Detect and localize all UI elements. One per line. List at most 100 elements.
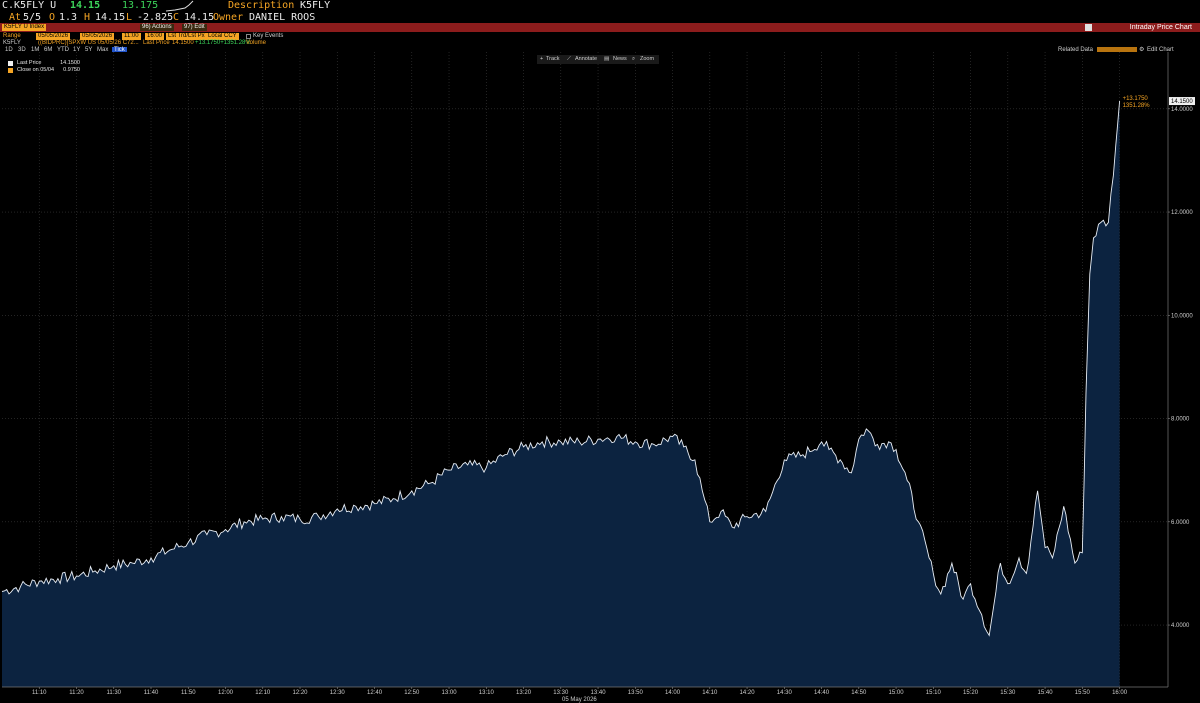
x-axis-label: 05 May 2026 bbox=[562, 697, 597, 703]
last-price: 14.15 bbox=[70, 0, 101, 11]
news-icon[interactable]: ▤ bbox=[604, 55, 609, 64]
low-value: -2.825 bbox=[137, 12, 174, 23]
y-tick-label: 6.0000 bbox=[1171, 520, 1190, 526]
key-events-label: Key Events bbox=[253, 33, 284, 39]
y-tick-label: 4.0000 bbox=[1171, 623, 1190, 629]
high-value: 14.15 bbox=[95, 12, 126, 23]
x-tick-label: 11:40 bbox=[144, 690, 159, 696]
series-ticker: K5FLY bbox=[3, 40, 21, 46]
sparkline-icon bbox=[165, 0, 194, 12]
start-date-field[interactable]: 05/05/2026 bbox=[36, 33, 71, 40]
at-value: 5/5 bbox=[23, 12, 42, 23]
x-tick-label: 13:40 bbox=[591, 690, 607, 696]
x-tick-label: 16:00 bbox=[1112, 690, 1128, 696]
zoom-icon[interactable]: ⌕ bbox=[632, 55, 635, 64]
end-date-field[interactable]: 05/05/2026 bbox=[80, 33, 115, 40]
key-events-checkbox[interactable] bbox=[246, 34, 251, 39]
x-tick-label: 13:30 bbox=[553, 690, 569, 696]
y-tick-label: 10.0000 bbox=[1171, 313, 1193, 319]
zoom-button[interactable]: Zoom bbox=[640, 55, 654, 64]
track-button[interactable]: Track bbox=[546, 55, 560, 64]
close-value: 14.15 bbox=[184, 12, 215, 23]
end-time-field[interactable]: 16:00 bbox=[145, 33, 165, 40]
net-change: 13.175 bbox=[122, 0, 159, 11]
x-tick-label: 15:30 bbox=[1000, 690, 1016, 696]
series-row: K5FLY ((BIDPRC)[SPXW US 05/05/26 C72... … bbox=[0, 40, 1200, 47]
ticker: C.K5FLY U bbox=[2, 0, 57, 11]
x-tick-label: 15:40 bbox=[1038, 690, 1054, 696]
x-tick-label: 14:10 bbox=[702, 690, 718, 696]
edit-button[interactable]: 97) Edit bbox=[182, 24, 207, 31]
legend-name: Last Price bbox=[17, 60, 42, 66]
x-tick-label: 15:50 bbox=[1075, 690, 1091, 696]
last-price-tag-label: 14.1500 bbox=[1171, 99, 1193, 105]
annotate-icon[interactable]: ⟋ bbox=[567, 55, 571, 64]
high-label: H bbox=[84, 12, 91, 23]
series-change: +13.1750+1351.28% bbox=[195, 40, 251, 46]
last-price-tag: 14.1500 bbox=[1169, 97, 1195, 106]
legend-swatch bbox=[8, 61, 13, 66]
x-tick-label: 13:50 bbox=[628, 690, 644, 696]
open-label: O bbox=[49, 12, 56, 23]
pct-annotation: 1351.28% bbox=[1123, 103, 1151, 109]
x-tick-label: 12:40 bbox=[367, 690, 383, 696]
legend-swatch bbox=[8, 68, 13, 73]
x-tick-label: 11:30 bbox=[106, 690, 121, 696]
x-tick-label: 11:10 bbox=[32, 690, 47, 696]
close-label: C bbox=[173, 12, 180, 23]
y-tick-label: 8.0000 bbox=[1171, 417, 1190, 423]
x-tick-label: 12:20 bbox=[293, 690, 309, 696]
actions-button[interactable]: 96) Actions bbox=[140, 24, 174, 31]
legend-value: 0.9750 bbox=[63, 67, 80, 73]
change-annotation: +13.1750 bbox=[1123, 96, 1149, 102]
price-chart[interactable]: 4.00006.00008.000010.000012.000014.0000 … bbox=[0, 52, 1200, 703]
x-tick-label: 14:30 bbox=[777, 690, 793, 696]
quote-header: C.K5FLY U 14.15 13.175 Description K5FLY bbox=[0, 0, 1200, 12]
start-time-field[interactable]: 11:00 bbox=[122, 33, 141, 40]
y-tick-label: 12.0000 bbox=[1171, 210, 1193, 216]
track-icon[interactable]: + bbox=[540, 55, 543, 64]
range-row: Range 05/05/2026 05/05/2026 11:00 16:00 … bbox=[0, 33, 1200, 40]
range-label: Range bbox=[3, 33, 21, 39]
x-tick-label: 11:50 bbox=[181, 690, 196, 696]
x-tick-label: 12:00 bbox=[218, 690, 234, 696]
volume-label: Volume bbox=[246, 40, 267, 46]
x-tick-label: 14:20 bbox=[740, 690, 756, 696]
legend-name: Close on 05/04 bbox=[17, 67, 54, 73]
x-tick-label: 11:20 bbox=[69, 690, 84, 696]
chart-toolbar: + Track ⟋ Annotate ▤ News ⌕ Zoom bbox=[537, 55, 659, 64]
price-type-select[interactable]: Lst Trd/Lst Px bbox=[166, 33, 207, 40]
x-tick-label: 14:50 bbox=[851, 690, 867, 696]
x-tick-label: 15:20 bbox=[963, 690, 979, 696]
y-tick-label: 14.0000 bbox=[1171, 107, 1193, 113]
series-formula: ((BIDPRC)[SPXW US 05/05/26 C72... bbox=[38, 40, 139, 46]
quote-stats: At 5/5 O 1.3 H 14.15 L -2.825 C 14.15 Ow… bbox=[0, 12, 1200, 23]
x-tick-label: 14:40 bbox=[814, 690, 830, 696]
description-value: K5FLY bbox=[300, 0, 331, 11]
owner-label: Owner bbox=[213, 12, 244, 23]
news-button[interactable]: News bbox=[613, 55, 627, 64]
x-tick-label: 13:10 bbox=[479, 690, 495, 696]
series-last-value: 14.1500 bbox=[172, 40, 194, 46]
x-tick-label: 12:30 bbox=[330, 690, 346, 696]
owner-value: DANIEL ROOS bbox=[249, 12, 316, 23]
open-value: 1.3 bbox=[59, 12, 78, 23]
command-row: K5FLY U Index 96) Actions 97) Edit bbox=[0, 23, 1200, 32]
x-tick-label: 15:00 bbox=[889, 690, 905, 696]
x-tick-label: 13:00 bbox=[442, 690, 458, 696]
currency-select[interactable]: Local CCY bbox=[206, 33, 239, 40]
series-last-label: Last Price bbox=[143, 40, 170, 46]
x-tick-label: 15:10 bbox=[926, 690, 942, 696]
legend-item: Close on 05/04 0.9750 bbox=[8, 67, 80, 74]
security-field[interactable]: K5FLY U Index bbox=[2, 24, 47, 31]
x-tick-label: 13:20 bbox=[516, 690, 532, 696]
annotate-button[interactable]: Annotate bbox=[575, 55, 597, 64]
description-label: Description bbox=[228, 0, 295, 11]
x-tick-label: 12:50 bbox=[404, 690, 420, 696]
low-label: L bbox=[126, 12, 133, 23]
legend-item: Last Price 14.1500 bbox=[8, 60, 80, 67]
chart-legend: Last Price 14.1500 Close on 05/04 0.9750 bbox=[8, 60, 80, 76]
x-tick-label: 12:10 bbox=[255, 690, 271, 696]
at-label: At bbox=[9, 12, 22, 23]
legend-value: 14.1500 bbox=[60, 60, 80, 66]
